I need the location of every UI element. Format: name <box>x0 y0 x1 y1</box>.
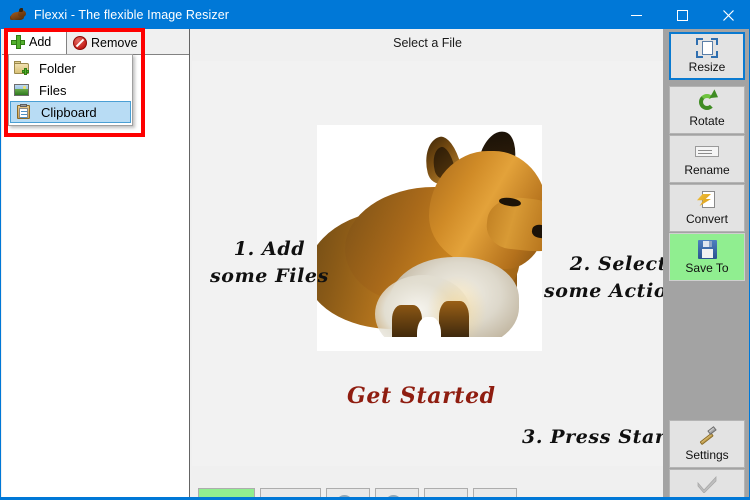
fox-app-icon <box>10 7 26 23</box>
rename-button[interactable]: Rename <box>669 135 745 183</box>
window-title: Flexxi - The flexible Image Resizer <box>34 8 230 22</box>
resize-button[interactable]: Resize <box>669 32 745 80</box>
rename-label: Rename <box>684 163 730 177</box>
hint-step-1: 1. Add some Files <box>210 236 329 290</box>
preview-surface[interactable]: 1. Add some Files 2. Select some Actions… <box>192 61 692 466</box>
hint-step-3: 3. Press Start <box>522 426 675 448</box>
get-started-text: Get Started <box>347 383 496 409</box>
save-icon <box>697 239 717 259</box>
menu-item-files-label: Files <box>39 82 67 98</box>
menu-item-files[interactable]: Files <box>9 79 132 101</box>
rotate-button[interactable]: Rotate <box>669 86 745 134</box>
picture-icon <box>13 82 31 98</box>
maximize-icon[interactable] <box>659 1 705 29</box>
rename-icon <box>695 141 719 161</box>
resize-label: Resize <box>688 60 726 74</box>
check-icon <box>696 474 718 494</box>
status-strip <box>1 497 749 499</box>
resize-icon <box>696 38 718 58</box>
fox-photo <box>317 125 542 351</box>
title-bar[interactable]: Flexxi - The flexible Image Resizer <box>1 1 749 29</box>
preview-toolbar: Fit Original <box>192 466 663 499</box>
save-to-label: Save To <box>685 261 729 275</box>
rotate-label: Rotate <box>689 114 725 128</box>
rotate-icon <box>697 89 721 112</box>
settings-label: Settings <box>685 448 729 462</box>
tab-remove[interactable]: Remove <box>68 30 146 55</box>
convert-label: Convert <box>685 212 729 226</box>
hint-step-1-line2: some Files <box>210 265 329 287</box>
hammer-icon <box>696 426 718 446</box>
flexxi-window: Flexxi - The flexible Image Resizer Add … <box>0 0 750 500</box>
settings-button[interactable]: Settings <box>669 420 745 468</box>
select-file-label: Select a File <box>393 36 462 50</box>
menu-item-clipboard-label: Clipboard <box>41 104 97 120</box>
tab-add-label: Add <box>29 35 52 49</box>
tab-remove-label: Remove <box>91 35 138 50</box>
hint-step-1-line1: 1. Add <box>233 238 306 260</box>
preview-area: Select a File 1. Add some Files 2. Selec… <box>192 29 692 499</box>
menu-item-clipboard[interactable]: Clipboard <box>10 101 131 123</box>
actions-sidebar: Resize Rotate Rename Convert Save To Set… <box>663 29 749 499</box>
menu-item-folder-label: Folder <box>39 60 76 76</box>
no-entry-icon <box>73 35 87 50</box>
close-icon[interactable] <box>705 1 749 29</box>
minimize-icon[interactable] <box>613 1 659 29</box>
menu-item-folder[interactable]: Folder <box>9 57 132 79</box>
plus-icon <box>11 35 25 49</box>
window-controls <box>613 1 749 29</box>
folder-add-icon <box>13 60 31 76</box>
add-dropdown-menu: Folder Files Clipboard <box>8 54 133 126</box>
tab-add[interactable]: Add <box>5 29 67 55</box>
convert-button[interactable]: Convert <box>669 184 745 232</box>
start-button[interactable]: Start <box>669 469 745 499</box>
clipboard-icon <box>15 104 33 120</box>
convert-icon <box>697 190 717 210</box>
left-panel-tabstrip: Add Remove <box>2 29 189 55</box>
save-to-button[interactable]: Save To <box>669 233 745 281</box>
